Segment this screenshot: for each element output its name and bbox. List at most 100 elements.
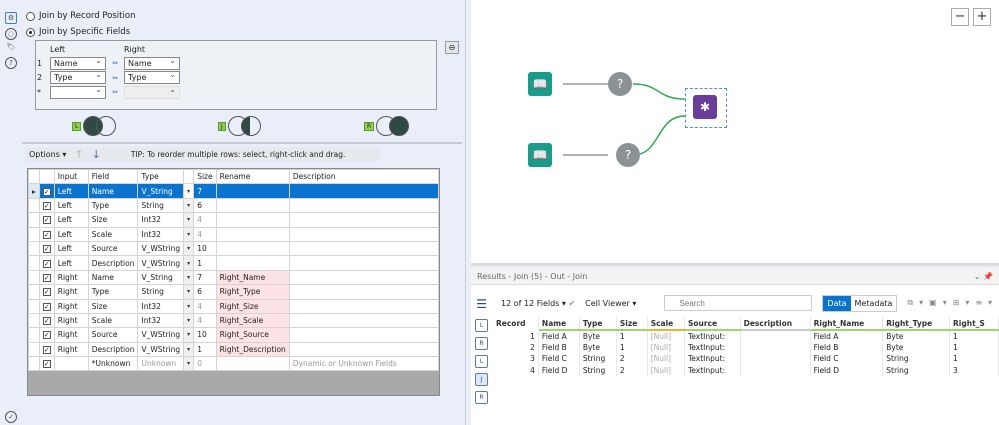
gear-icon[interactable]: ⚙: [5, 12, 17, 24]
pin-icon[interactable]: ⌄ 📌: [974, 272, 993, 281]
move-down-icon[interactable]: ↓: [92, 148, 101, 161]
results-column-header[interactable]: Right_Type: [882, 317, 951, 331]
results-cell[interactable]: [Null]: [647, 341, 685, 353]
data-tab[interactable]: Data: [823, 295, 851, 311]
results-cell[interactable]: Field B: [538, 341, 580, 353]
results-column-header[interactable]: Description: [740, 317, 811, 331]
move-up-icon[interactable]: ↑: [74, 148, 83, 161]
results-cell[interactable]: Byte: [882, 341, 951, 353]
results-cell[interactable]: [740, 330, 811, 342]
rename-cell[interactable]: Right_Scale: [215, 312, 290, 329]
type-cell[interactable]: V_String: [137, 269, 185, 286]
type-cell[interactable]: V_WString: [137, 341, 185, 358]
type-cell[interactable]: V_WString: [137, 327, 185, 343]
column-header[interactable]: [38, 168, 55, 185]
size-cell[interactable]: 1: [193, 255, 217, 271]
left-join-venn[interactable]: L: [72, 116, 117, 136]
results-cell[interactable]: Byte: [882, 330, 951, 342]
checkbox-icon[interactable]: ✓: [42, 187, 51, 196]
type-dropdown-icon[interactable]: ▾: [183, 356, 195, 372]
results-cell[interactable]: 1: [493, 330, 539, 342]
rename-cell[interactable]: [215, 356, 290, 372]
checkbox-icon[interactable]: ✓: [42, 302, 51, 311]
type-cell[interactable]: Int32: [137, 312, 185, 329]
column-header[interactable]: Type: [137, 168, 185, 185]
type-cell[interactable]: V_WString: [137, 255, 185, 271]
include-checkbox[interactable]: ✓: [38, 226, 55, 242]
include-checkbox[interactable]: ✓: [38, 356, 55, 372]
type-dropdown-icon[interactable]: ▾: [183, 197, 195, 214]
size-cell[interactable]: 10: [193, 327, 217, 343]
type-dropdown-icon[interactable]: ▾: [183, 269, 195, 286]
description-cell[interactable]: [288, 341, 440, 358]
description-cell[interactable]: [288, 269, 440, 286]
results-column-header[interactable]: Source: [684, 317, 741, 331]
results-cell[interactable]: Field C: [538, 353, 580, 365]
search-input[interactable]: [664, 295, 813, 311]
right-field-select[interactable]: [124, 84, 180, 99]
type-dropdown-icon[interactable]: ▾: [183, 226, 195, 242]
results-cell[interactable]: 1: [949, 330, 999, 342]
output-anchor-r-icon[interactable]: R: [475, 391, 488, 404]
size-cell[interactable]: 1: [193, 341, 217, 358]
rename-cell[interactable]: [215, 255, 290, 271]
results-cell[interactable]: 1: [616, 330, 648, 342]
table-row[interactable]: ▸ ✓ Left Name V_String ▾ 7: [28, 183, 440, 199]
output-anchor-l-icon[interactable]: L: [475, 319, 488, 332]
results-cell[interactable]: 3: [949, 364, 999, 376]
size-cell[interactable]: 6: [193, 197, 217, 214]
results-cell[interactable]: 1: [949, 353, 999, 365]
include-checkbox[interactable]: ✓: [38, 327, 55, 343]
type-dropdown-icon[interactable]: ▾: [183, 212, 195, 228]
type-cell[interactable]: Unknown: [137, 356, 185, 372]
all-outputs-icon[interactable]: ☰: [475, 298, 488, 312]
cell-viewer-dropdown[interactable]: Cell Viewer ▾: [585, 299, 636, 308]
size-cell[interactable]: 4: [193, 212, 217, 228]
column-header[interactable]: [183, 168, 195, 185]
column-header[interactable]: Input: [53, 168, 89, 185]
type-cell[interactable]: Int32: [137, 212, 185, 228]
results-cell[interactable]: String: [579, 364, 617, 376]
description-cell[interactable]: [288, 197, 440, 214]
results-cell[interactable]: Field A: [538, 330, 580, 342]
table-row[interactable]: ✓ Left Scale Int32 ▾ 4: [28, 226, 440, 242]
results-cell[interactable]: String: [882, 353, 951, 365]
results-cell[interactable]: Field B: [810, 341, 884, 353]
results-cell[interactable]: Byte: [579, 330, 617, 342]
type-cell[interactable]: V_String: [137, 183, 185, 199]
type-dropdown-icon[interactable]: ▾: [183, 183, 195, 199]
inner-join-venn[interactable]: J: [218, 116, 261, 136]
results-column-header[interactable]: Type: [579, 317, 617, 331]
fields-dropdown[interactable]: 12 of 12 Fields ▾ ✔: [501, 299, 575, 308]
size-cell[interactable]: 6: [193, 284, 217, 300]
results-column-header[interactable]: Right_Name: [810, 317, 884, 331]
results-cell[interactable]: [Null]: [647, 353, 685, 365]
metadata-tab[interactable]: Metadata: [851, 296, 897, 311]
include-checkbox[interactable]: ✓: [38, 298, 55, 314]
checkbox-icon[interactable]: ✓: [42, 245, 51, 254]
checkbox-icon[interactable]: ✓: [42, 201, 51, 210]
table-row[interactable]: ✓ Right Description V_WString ▾ 1 Right_Descri…: [28, 341, 440, 358]
right-field-select[interactable]: Type: [124, 69, 180, 84]
type-cell[interactable]: Int32: [137, 226, 185, 242]
results-cell[interactable]: 4: [493, 364, 539, 376]
select-tool-2[interactable]: ?: [616, 143, 640, 167]
select-tool-1[interactable]: ?: [608, 72, 632, 96]
description-cell[interactable]: [288, 240, 440, 257]
column-header[interactable]: Size: [193, 168, 217, 185]
include-checkbox[interactable]: ✓: [38, 269, 55, 286]
table-row[interactable]: ✓ Left Size Int32 ▾ 4: [28, 212, 440, 228]
toolbar-icons[interactable]: ⧉▾▣▾⊞▾≡▾: [907, 298, 998, 308]
include-checkbox[interactable]: ✓: [38, 341, 55, 358]
rename-cell[interactable]: Right_Description: [215, 341, 290, 358]
description-cell[interactable]: [288, 298, 440, 314]
results-cell[interactable]: 1: [949, 341, 999, 353]
size-cell[interactable]: 4: [193, 298, 217, 314]
tag-icon[interactable]: 🏷: [5, 42, 17, 54]
type-dropdown-icon[interactable]: ▾: [183, 284, 195, 300]
results-column-header[interactable]: Scale: [647, 317, 685, 331]
results-cell[interactable]: 3: [493, 353, 539, 365]
table-row[interactable]: ✓ *Unknown Unknown ▾ 0 Dynamic or Unknown Fie…: [28, 356, 440, 372]
results-column-header[interactable]: Record: [493, 317, 539, 330]
checkbox-icon[interactable]: ✓: [42, 317, 51, 326]
